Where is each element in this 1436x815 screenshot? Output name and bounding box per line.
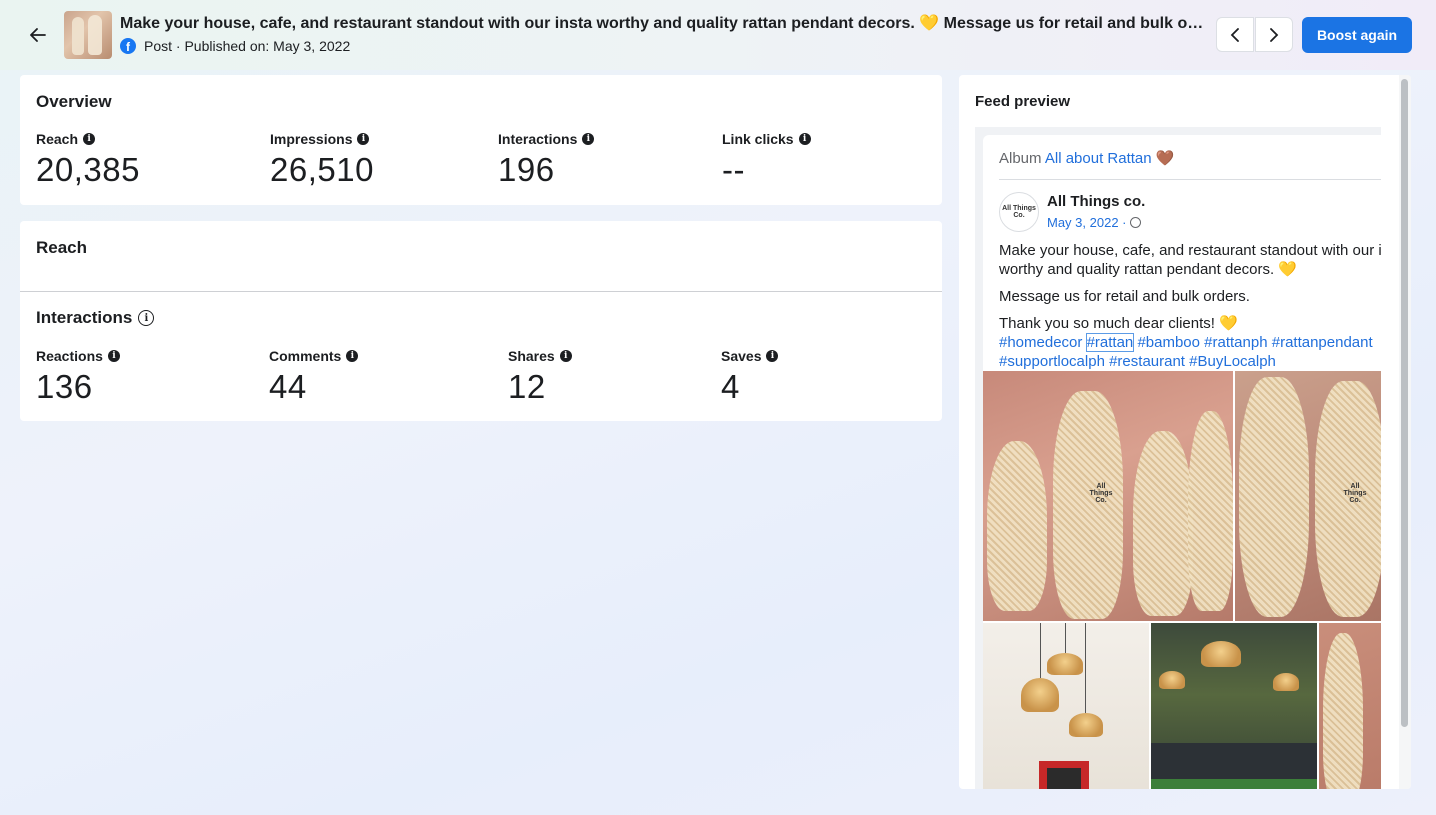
info-icon[interactable]: i [138, 310, 155, 326]
metric-link-clicks: Link clicks i -- [722, 131, 811, 189]
boost-again-button[interactable]: Boost again [1302, 17, 1412, 53]
post-photo[interactable] [983, 623, 1149, 789]
metric-shares: Shares i 12 [508, 348, 572, 406]
post-meta: f Post · Published on: May 3, 2022 [120, 38, 350, 54]
metric-interactions: Interactions i 196 [498, 131, 595, 189]
info-icon[interactable]: i [346, 350, 359, 362]
metric-value: 196 [498, 151, 555, 188]
metric-label: Reach [36, 131, 79, 147]
info-icon[interactable]: i [357, 133, 370, 145]
metric-label: Impressions [270, 131, 353, 147]
post-date-text: May 3, 2022 · [1047, 215, 1127, 230]
metric-value: 12 [508, 368, 546, 405]
metric-label: Shares [508, 348, 555, 364]
metric-label: Comments [269, 348, 342, 364]
metric-comments: Comments i 44 [269, 348, 359, 406]
reach-interactions-card: Reach Interactions i Reactions i 136 Comm… [20, 221, 942, 421]
hashtag-link[interactable]: #restaurant [1109, 353, 1185, 370]
metric-value: -- [722, 151, 745, 188]
hashtag-link[interactable]: #supportlocalph [999, 353, 1105, 370]
interactions-title: Interactions [36, 308, 133, 327]
chevron-right-icon [1270, 27, 1279, 42]
hashtag-link[interactable]: #rattan [1085, 333, 1135, 352]
interactions-header: Interactions i [36, 308, 155, 328]
hashtag-link[interactable]: #rattanpendant [1272, 334, 1373, 351]
metric-impressions: Impressions i 26,510 [270, 131, 374, 189]
info-icon[interactable]: i [83, 133, 96, 145]
page-name[interactable]: All Things co. [1047, 193, 1145, 210]
scrollbar-thumb[interactable] [1401, 79, 1408, 727]
post-text-line: Thank you so much dear clients! 💛 [999, 315, 1238, 332]
info-icon[interactable]: i [559, 350, 572, 362]
back-button[interactable] [24, 22, 52, 48]
chevron-left-icon [1230, 27, 1239, 42]
post-body: Make your house, cafe, and restaurant st… [999, 241, 1381, 371]
metric-label: Interactions [498, 131, 578, 147]
metric-reactions: Reactions i 136 [36, 348, 120, 406]
hashtag-link[interactable]: #rattanph [1204, 334, 1267, 351]
feed-preview-frame: Album All about Rattan 🤎 All Things Co. … [975, 127, 1381, 789]
album-link[interactable]: All about Rattan [1045, 150, 1152, 167]
hashtag-link[interactable]: #homedecor [999, 334, 1082, 351]
divider [999, 179, 1381, 180]
album-prefix: Album [999, 150, 1042, 167]
album-line: Album All about Rattan 🤎 [999, 149, 1174, 167]
top-bar: Make your house, cafe, and restaurant st… [0, 0, 1436, 70]
page-avatar[interactable]: All Things Co. [999, 192, 1039, 232]
divider [20, 291, 942, 292]
info-icon[interactable]: i [798, 133, 811, 145]
post-preview: Album All about Rattan 🤎 All Things Co. … [983, 135, 1381, 789]
metric-label: Link clicks [722, 131, 794, 147]
info-icon[interactable]: i [766, 350, 779, 362]
metric-saves: Saves i 4 [721, 348, 779, 406]
album-emoji: 🤎 [1155, 150, 1175, 167]
feed-preview-card: Feed preview Album All about Rattan 🤎 Al… [959, 75, 1411, 789]
facebook-icon: f [120, 38, 136, 54]
arrow-left-icon [30, 28, 46, 42]
post-title: Make your house, cafe, and restaurant st… [120, 15, 1205, 32]
metric-label: Reactions [36, 348, 103, 364]
post-date[interactable]: May 3, 2022 · [1047, 215, 1141, 230]
post-photo[interactable] [1151, 623, 1317, 789]
globe-icon [1129, 217, 1141, 228]
overview-card: Overview Reach i 20,385 Impressions i 26,5… [20, 75, 942, 205]
post-photo[interactable]: All Things Co. [1235, 371, 1381, 621]
post-text-line: Make your house, cafe, and restaurant st… [999, 242, 1381, 259]
post-thumbnail [64, 11, 112, 59]
watermark: All Things Co. [1089, 483, 1113, 504]
overview-title: Overview [36, 92, 112, 111]
metric-value: 20,385 [36, 151, 140, 188]
metric-value: 136 [36, 368, 93, 405]
watermark: All Things Co. [1343, 483, 1367, 504]
hashtag-link[interactable]: #bamboo [1137, 334, 1200, 351]
post-photo[interactable]: All Things Co. [983, 371, 1233, 621]
metric-label: Saves [721, 348, 762, 364]
post-meta-text: Post · Published on: May 3, 2022 [144, 38, 351, 54]
hashtags: #homedecor #rattan #bamboo #rattanph #ra… [999, 333, 1381, 371]
post-photo[interactable] [1319, 623, 1381, 789]
info-icon[interactable]: i [582, 133, 595, 145]
previous-post-button[interactable] [1216, 17, 1254, 52]
metric-value: 26,510 [270, 151, 374, 188]
reach-title: Reach [36, 238, 88, 257]
info-icon[interactable]: i [107, 350, 120, 362]
metric-reach: Reach i 20,385 [36, 131, 140, 189]
hashtag-link[interactable]: #BuyLocalph [1189, 353, 1276, 370]
metric-value: 44 [269, 368, 307, 405]
next-post-button[interactable] [1255, 17, 1293, 52]
post-text-line: Message us for retail and bulk orders. [999, 288, 1250, 305]
metric-value: 4 [721, 368, 740, 405]
feed-preview-title: Feed preview [975, 93, 1071, 110]
post-text-line: worthy and quality rattan pendant decors… [999, 261, 1298, 278]
scrollbar[interactable] [1399, 75, 1411, 789]
